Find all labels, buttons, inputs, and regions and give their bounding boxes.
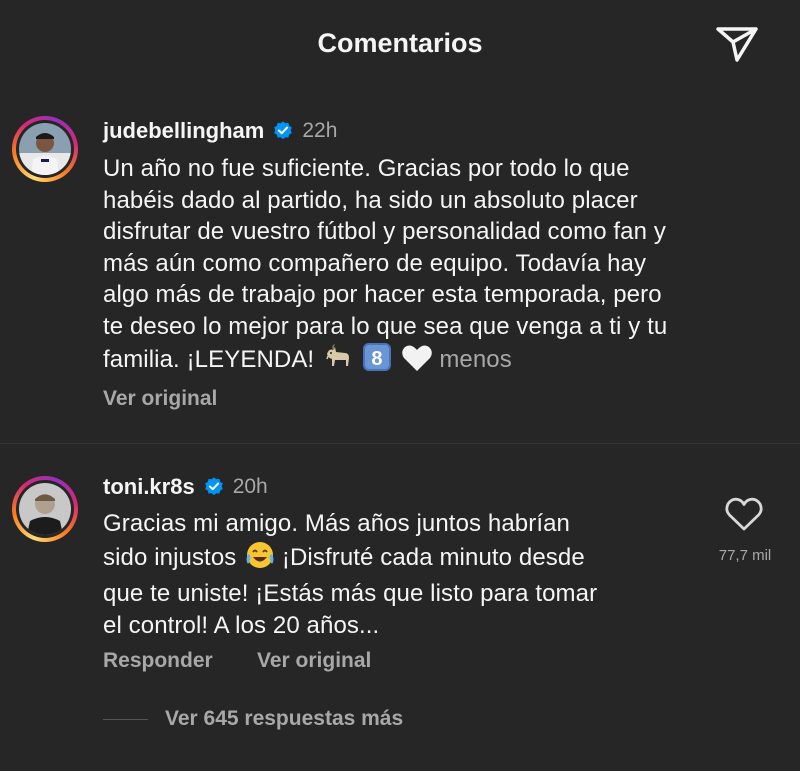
timestamp: 22h xyxy=(302,119,338,142)
goat-emoji xyxy=(323,344,353,381)
divider xyxy=(0,443,800,444)
avatar[interactable] xyxy=(12,476,78,542)
comments-screen: Comentarios judebellingham 22h Un año no… xyxy=(0,0,800,771)
share-button[interactable] xyxy=(712,22,762,68)
username[interactable]: judebellingham xyxy=(103,118,264,144)
verified-badge-icon xyxy=(272,120,294,142)
avatar[interactable] xyxy=(12,116,78,182)
heart-outline-icon xyxy=(725,497,763,531)
like-button[interactable] xyxy=(724,496,764,532)
page-title: Comentarios xyxy=(317,28,483,58)
keycap-8-emoji: 8 xyxy=(362,342,392,381)
see-original-button[interactable]: Ver original xyxy=(257,649,371,673)
comment-meta: toni.kr8s 20h xyxy=(103,472,268,502)
paper-plane-icon xyxy=(716,27,758,62)
svg-text:8: 8 xyxy=(371,348,382,370)
comment-body: Gracias mi amigo. Más años juntos habría… xyxy=(103,508,597,641)
timestamp: 20h xyxy=(232,475,268,498)
comment-meta: judebellingham 22h xyxy=(103,116,337,146)
see-less-link[interactable]: menos xyxy=(439,346,512,373)
header: Comentarios xyxy=(0,0,800,90)
username[interactable]: toni.kr8s xyxy=(103,474,195,500)
see-original-button[interactable]: Ver original xyxy=(103,387,217,411)
comment-body: Un año no fue suficiente. Gracias por to… xyxy=(103,153,667,381)
tears-of-joy-emoji xyxy=(245,540,275,579)
white-heart-emoji xyxy=(401,344,433,381)
reply-button[interactable]: Responder xyxy=(103,649,213,673)
view-replies-button[interactable]: Ver 645 respuestas más xyxy=(165,707,403,731)
verified-badge-icon xyxy=(203,476,225,498)
like-count: 77,7 mil xyxy=(718,547,772,564)
profile-photo xyxy=(19,123,71,175)
comment-text: Un año no fue suficiente. Gracias por to… xyxy=(103,155,668,373)
profile-photo xyxy=(19,483,71,535)
replies-line xyxy=(103,719,148,720)
